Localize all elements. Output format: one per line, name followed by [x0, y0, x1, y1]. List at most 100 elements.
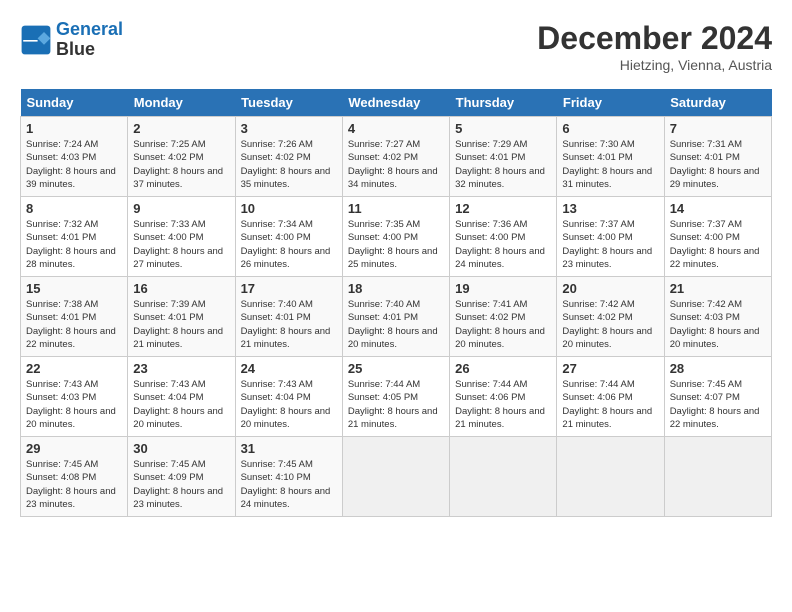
day-number: 17 — [241, 281, 337, 296]
calendar-cell: 23 Sunrise: 7:43 AMSunset: 4:04 PMDaylig… — [128, 357, 235, 437]
calendar-cell: 5 Sunrise: 7:29 AMSunset: 4:01 PMDayligh… — [450, 117, 557, 197]
month-title: December 2024 — [537, 20, 772, 57]
day-info: Sunrise: 7:43 AMSunset: 4:04 PMDaylight:… — [133, 378, 229, 431]
day-number: 7 — [670, 121, 766, 136]
calendar-cell: 8 Sunrise: 7:32 AMSunset: 4:01 PMDayligh… — [21, 197, 128, 277]
day-info: Sunrise: 7:44 AMSunset: 4:06 PMDaylight:… — [562, 378, 658, 431]
calendar-cell: 31 Sunrise: 7:45 AMSunset: 4:10 PMDaylig… — [235, 437, 342, 517]
day-number: 20 — [562, 281, 658, 296]
day-number: 11 — [348, 201, 444, 216]
calendar-cell: 10 Sunrise: 7:34 AMSunset: 4:00 PMDaylig… — [235, 197, 342, 277]
day-info: Sunrise: 7:42 AMSunset: 4:02 PMDaylight:… — [562, 298, 658, 351]
weekday-header-row: SundayMondayTuesdayWednesdayThursdayFrid… — [21, 89, 772, 117]
day-info: Sunrise: 7:45 AMSunset: 4:09 PMDaylight:… — [133, 458, 229, 511]
calendar-cell: 4 Sunrise: 7:27 AMSunset: 4:02 PMDayligh… — [342, 117, 449, 197]
calendar-week-row: 1 Sunrise: 7:24 AMSunset: 4:03 PMDayligh… — [21, 117, 772, 197]
day-number: 15 — [26, 281, 122, 296]
day-number: 8 — [26, 201, 122, 216]
day-number: 30 — [133, 441, 229, 456]
day-number: 6 — [562, 121, 658, 136]
calendar-cell: 16 Sunrise: 7:39 AMSunset: 4:01 PMDaylig… — [128, 277, 235, 357]
calendar-cell: 7 Sunrise: 7:31 AMSunset: 4:01 PMDayligh… — [664, 117, 771, 197]
day-info: Sunrise: 7:40 AMSunset: 4:01 PMDaylight:… — [241, 298, 337, 351]
weekday-header-monday: Monday — [128, 89, 235, 117]
day-info: Sunrise: 7:29 AMSunset: 4:01 PMDaylight:… — [455, 138, 551, 191]
day-info: Sunrise: 7:32 AMSunset: 4:01 PMDaylight:… — [26, 218, 122, 271]
calendar-cell: 9 Sunrise: 7:33 AMSunset: 4:00 PMDayligh… — [128, 197, 235, 277]
day-info: Sunrise: 7:43 AMSunset: 4:03 PMDaylight:… — [26, 378, 122, 431]
day-number: 23 — [133, 361, 229, 376]
calendar-cell: 11 Sunrise: 7:35 AMSunset: 4:00 PMDaylig… — [342, 197, 449, 277]
day-number: 5 — [455, 121, 551, 136]
calendar-cell: 6 Sunrise: 7:30 AMSunset: 4:01 PMDayligh… — [557, 117, 664, 197]
calendar-week-row: 22 Sunrise: 7:43 AMSunset: 4:03 PMDaylig… — [21, 357, 772, 437]
calendar-cell: 20 Sunrise: 7:42 AMSunset: 4:02 PMDaylig… — [557, 277, 664, 357]
day-info: Sunrise: 7:42 AMSunset: 4:03 PMDaylight:… — [670, 298, 766, 351]
day-number: 4 — [348, 121, 444, 136]
day-number: 3 — [241, 121, 337, 136]
day-info: Sunrise: 7:45 AMSunset: 4:10 PMDaylight:… — [241, 458, 337, 511]
title-block: December 2024 Hietzing, Vienna, Austria — [537, 20, 772, 73]
weekday-header-saturday: Saturday — [664, 89, 771, 117]
logo-icon — [20, 24, 52, 56]
day-info: Sunrise: 7:30 AMSunset: 4:01 PMDaylight:… — [562, 138, 658, 191]
calendar-cell — [342, 437, 449, 517]
logo-text: General Blue — [56, 20, 123, 60]
day-info: Sunrise: 7:37 AMSunset: 4:00 PMDaylight:… — [562, 218, 658, 271]
day-number: 27 — [562, 361, 658, 376]
day-number: 12 — [455, 201, 551, 216]
calendar-cell: 21 Sunrise: 7:42 AMSunset: 4:03 PMDaylig… — [664, 277, 771, 357]
day-number: 22 — [26, 361, 122, 376]
calendar-cell: 2 Sunrise: 7:25 AMSunset: 4:02 PMDayligh… — [128, 117, 235, 197]
day-info: Sunrise: 7:38 AMSunset: 4:01 PMDaylight:… — [26, 298, 122, 351]
calendar-cell: 30 Sunrise: 7:45 AMSunset: 4:09 PMDaylig… — [128, 437, 235, 517]
day-info: Sunrise: 7:35 AMSunset: 4:00 PMDaylight:… — [348, 218, 444, 271]
calendar-cell: 17 Sunrise: 7:40 AMSunset: 4:01 PMDaylig… — [235, 277, 342, 357]
day-info: Sunrise: 7:43 AMSunset: 4:04 PMDaylight:… — [241, 378, 337, 431]
day-info: Sunrise: 7:44 AMSunset: 4:06 PMDaylight:… — [455, 378, 551, 431]
day-number: 1 — [26, 121, 122, 136]
day-number: 14 — [670, 201, 766, 216]
calendar-cell: 29 Sunrise: 7:45 AMSunset: 4:08 PMDaylig… — [21, 437, 128, 517]
calendar-cell: 26 Sunrise: 7:44 AMSunset: 4:06 PMDaylig… — [450, 357, 557, 437]
logo-line1: General — [56, 19, 123, 39]
logo-line2: Blue — [56, 40, 123, 60]
page-header: General Blue December 2024 Hietzing, Vie… — [20, 20, 772, 73]
day-number: 25 — [348, 361, 444, 376]
day-info: Sunrise: 7:31 AMSunset: 4:01 PMDaylight:… — [670, 138, 766, 191]
day-number: 21 — [670, 281, 766, 296]
calendar-week-row: 8 Sunrise: 7:32 AMSunset: 4:01 PMDayligh… — [21, 197, 772, 277]
day-number: 2 — [133, 121, 229, 136]
calendar-cell: 14 Sunrise: 7:37 AMSunset: 4:00 PMDaylig… — [664, 197, 771, 277]
day-number: 24 — [241, 361, 337, 376]
day-number: 28 — [670, 361, 766, 376]
day-number: 16 — [133, 281, 229, 296]
day-info: Sunrise: 7:37 AMSunset: 4:00 PMDaylight:… — [670, 218, 766, 271]
calendar-cell — [557, 437, 664, 517]
calendar-cell — [664, 437, 771, 517]
calendar-table: SundayMondayTuesdayWednesdayThursdayFrid… — [20, 89, 772, 517]
calendar-week-row: 15 Sunrise: 7:38 AMSunset: 4:01 PMDaylig… — [21, 277, 772, 357]
day-number: 9 — [133, 201, 229, 216]
day-number: 13 — [562, 201, 658, 216]
day-info: Sunrise: 7:33 AMSunset: 4:00 PMDaylight:… — [133, 218, 229, 271]
calendar-cell — [450, 437, 557, 517]
day-info: Sunrise: 7:41 AMSunset: 4:02 PMDaylight:… — [455, 298, 551, 351]
day-number: 10 — [241, 201, 337, 216]
calendar-cell: 18 Sunrise: 7:40 AMSunset: 4:01 PMDaylig… — [342, 277, 449, 357]
calendar-cell: 22 Sunrise: 7:43 AMSunset: 4:03 PMDaylig… — [21, 357, 128, 437]
day-info: Sunrise: 7:39 AMSunset: 4:01 PMDaylight:… — [133, 298, 229, 351]
weekday-header-friday: Friday — [557, 89, 664, 117]
day-number: 18 — [348, 281, 444, 296]
day-number: 29 — [26, 441, 122, 456]
day-info: Sunrise: 7:45 AMSunset: 4:08 PMDaylight:… — [26, 458, 122, 511]
calendar-cell: 1 Sunrise: 7:24 AMSunset: 4:03 PMDayligh… — [21, 117, 128, 197]
day-info: Sunrise: 7:25 AMSunset: 4:02 PMDaylight:… — [133, 138, 229, 191]
calendar-cell: 28 Sunrise: 7:45 AMSunset: 4:07 PMDaylig… — [664, 357, 771, 437]
calendar-cell: 12 Sunrise: 7:36 AMSunset: 4:00 PMDaylig… — [450, 197, 557, 277]
weekday-header-thursday: Thursday — [450, 89, 557, 117]
day-info: Sunrise: 7:40 AMSunset: 4:01 PMDaylight:… — [348, 298, 444, 351]
location-subtitle: Hietzing, Vienna, Austria — [537, 57, 772, 73]
weekday-header-tuesday: Tuesday — [235, 89, 342, 117]
day-info: Sunrise: 7:36 AMSunset: 4:00 PMDaylight:… — [455, 218, 551, 271]
